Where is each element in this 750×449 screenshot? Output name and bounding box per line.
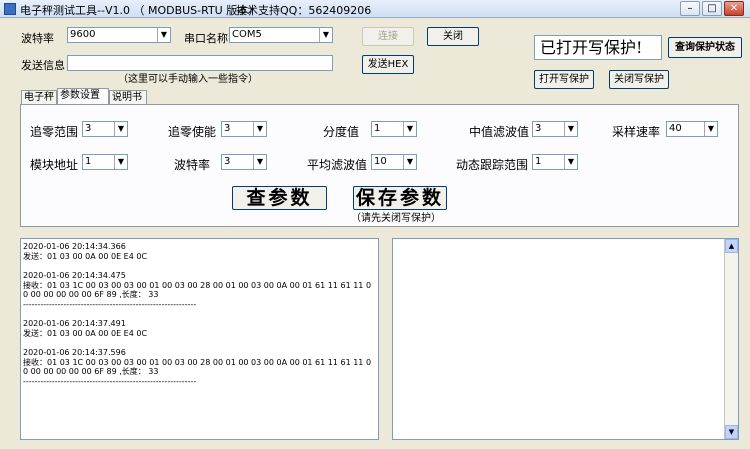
support-text: 技术支持QQ：562409206 xyxy=(236,4,372,17)
tab-manual[interactable]: 说明书 xyxy=(109,90,147,105)
median-filter-value: 3 xyxy=(535,123,542,134)
connect-button[interactable]: 连接 xyxy=(362,27,414,46)
log-separator: ----------------------------------------… xyxy=(23,299,197,309)
chevron-down-icon: ▼ xyxy=(253,155,266,169)
log-time: 2020-01-06 20:14:37.596 xyxy=(23,348,126,357)
title-bar: 电子秤测试工具--V1.0 （ MODBUS-RTU 版本） 技术支持QQ：56… xyxy=(0,0,750,18)
division-value: 1 xyxy=(374,123,381,134)
baud-select[interactable]: 9600 ▼ xyxy=(67,27,171,43)
chevron-down-icon: ▼ xyxy=(564,155,577,169)
avg-filter-select[interactable]: 10 ▼ xyxy=(371,154,417,170)
avg-filter-value: 10 xyxy=(374,156,387,167)
scroll-up-icon[interactable]: ▲ xyxy=(725,239,738,253)
vertical-scrollbar[interactable]: ▲ ▼ xyxy=(724,239,738,439)
tab-scale[interactable]: 电子秤 xyxy=(21,90,57,105)
chevron-down-icon: ▼ xyxy=(403,155,416,169)
close-protect-button[interactable]: 关闭写保护 xyxy=(609,70,669,89)
params-panel: 追零范围 3 ▼ 追零使能 3 ▼ 分度值 1 ▼ 中值滤波值 3 ▼ 采样速率 40 ▼… xyxy=(20,104,739,227)
log-text: 发送：01 03 00 0A 00 0E E4 0C xyxy=(23,251,148,261)
send-input[interactable] xyxy=(67,55,333,71)
log-text: 接收：01 03 1C 00 03 00 03 00 01 00 03 00 2… xyxy=(23,280,372,300)
scroll-down-icon[interactable]: ▼ xyxy=(725,425,738,439)
sample-rate-label: 采样速率 xyxy=(612,125,661,139)
port-select[interactable]: COM5 ▼ xyxy=(229,27,333,43)
module-addr-select[interactable]: 1 ▼ xyxy=(82,154,128,170)
chevron-down-icon: ▼ xyxy=(114,122,127,136)
log-entry: 2020-01-06 20:14:34.475 接收：01 03 1C 00 0… xyxy=(23,271,376,309)
minimize-button[interactable]: – xyxy=(680,1,700,16)
zero-enable-value: 3 xyxy=(224,123,231,134)
log-entry: 2020-01-06 20:14:37.491 发送：01 03 00 0A 0… xyxy=(23,319,376,338)
division-select[interactable]: 1 ▼ xyxy=(371,121,417,137)
protect-status: 已打开写保护! xyxy=(534,35,662,60)
log-separator: ----------------------------------------… xyxy=(23,376,197,386)
zero-range-select[interactable]: 3 ▼ xyxy=(82,121,128,137)
module-addr-value: 1 xyxy=(85,156,92,167)
baud-label: 波特率 xyxy=(21,32,54,45)
log-time: 2020-01-06 20:14:34.366 xyxy=(23,242,126,251)
param-baud-select[interactable]: 3 ▼ xyxy=(221,154,267,170)
dyn-track-select[interactable]: 1 ▼ xyxy=(532,154,578,170)
send-hint: （这里可以手动输入一些指令） xyxy=(118,74,258,85)
save-hint: （请先关闭写保护） xyxy=(351,213,441,224)
avg-filter-label: 平均滤波值 xyxy=(307,158,368,172)
sample-rate-select[interactable]: 40 ▼ xyxy=(666,121,718,137)
query-params-button[interactable]: 查参数 xyxy=(232,186,327,210)
chevron-down-icon: ▼ xyxy=(319,28,332,42)
close-port-button[interactable]: 关闭 xyxy=(427,27,479,46)
close-window-button[interactable]: ✕ xyxy=(724,1,744,16)
median-filter-select[interactable]: 3 ▼ xyxy=(532,121,578,137)
log-entry: 2020-01-06 20:14:34.366 发送：01 03 00 0A 0… xyxy=(23,242,376,261)
chevron-down-icon: ▼ xyxy=(114,155,127,169)
median-filter-label: 中值滤波值 xyxy=(469,125,530,139)
chevron-down-icon: ▼ xyxy=(253,122,266,136)
window-title: 电子秤测试工具--V1.0 （ MODBUS-RTU 版本） xyxy=(20,4,260,17)
sample-rate-value: 40 xyxy=(669,123,682,134)
dyn-track-label: 动态跟踪范围 xyxy=(456,158,529,172)
baud-select-value: 9600 xyxy=(70,29,96,40)
save-params-button[interactable]: 保存参数 xyxy=(353,186,447,210)
division-label: 分度值 xyxy=(323,125,360,139)
maximize-button[interactable]: □ xyxy=(702,1,722,16)
app-icon xyxy=(4,3,16,15)
param-baud-value: 3 xyxy=(224,156,231,167)
chevron-down-icon: ▼ xyxy=(704,122,717,136)
log-pane[interactable]: 2020-01-06 20:14:34.366 发送：01 03 00 0A 0… xyxy=(20,238,379,440)
output-pane[interactable]: ▲ ▼ xyxy=(392,238,739,440)
dyn-track-value: 1 xyxy=(535,156,542,167)
chevron-down-icon: ▼ xyxy=(564,122,577,136)
zero-range-value: 3 xyxy=(85,123,92,134)
send-hex-button[interactable]: 发送HEX xyxy=(362,55,414,74)
zero-range-label: 追零范围 xyxy=(30,125,79,139)
port-label: 串口名称 xyxy=(184,32,228,45)
port-select-value: COM5 xyxy=(232,29,262,40)
open-protect-button[interactable]: 打开写保护 xyxy=(534,70,594,89)
send-label: 发送信息 xyxy=(21,59,65,72)
tab-params[interactable]: 参数设置 xyxy=(57,88,109,105)
log-entry: 2020-01-06 20:14:37.596 接收：01 03 1C 00 0… xyxy=(23,348,376,386)
query-protect-button[interactable]: 查询保护状态 xyxy=(668,37,742,58)
zero-enable-label: 追零使能 xyxy=(168,125,217,139)
chevron-down-icon: ▼ xyxy=(157,28,170,42)
module-addr-label: 模块地址 xyxy=(30,158,79,172)
log-time: 2020-01-06 20:14:37.491 xyxy=(23,319,126,328)
zero-enable-select[interactable]: 3 ▼ xyxy=(221,121,267,137)
log-text: 接收：01 03 1C 00 03 00 03 00 01 00 03 00 2… xyxy=(23,357,372,377)
log-time: 2020-01-06 20:14:34.475 xyxy=(23,271,126,280)
log-text: 发送：01 03 00 0A 00 0E E4 0C xyxy=(23,328,148,338)
param-baud-label: 波特率 xyxy=(174,158,211,172)
chevron-down-icon: ▼ xyxy=(403,122,416,136)
